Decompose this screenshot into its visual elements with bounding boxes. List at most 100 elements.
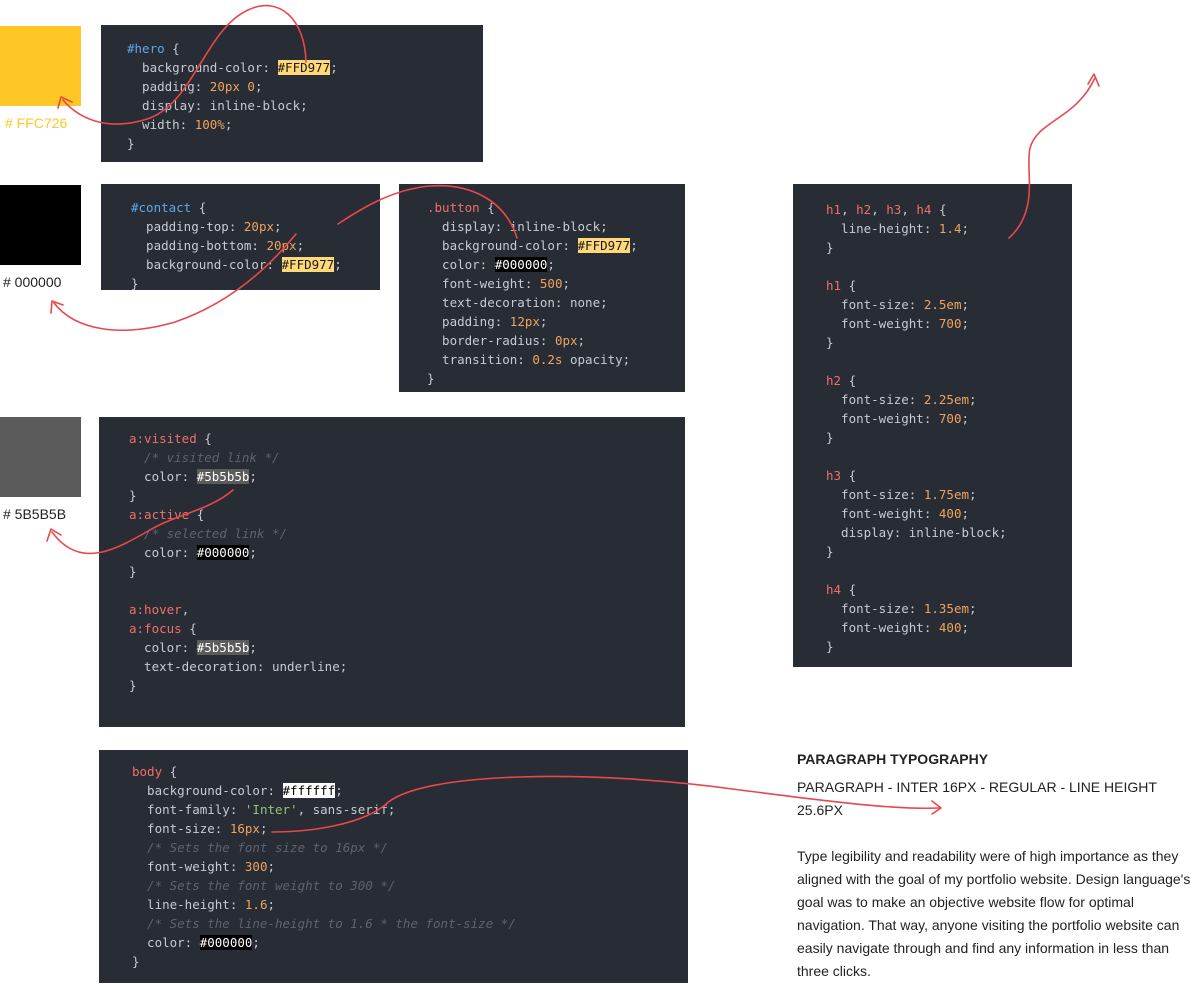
code-line: background-color: #FFD977; [131,255,380,274]
code-block-links: a:visited { /* visited link */ color: #5… [99,417,685,727]
code-token: background-color: [131,257,282,272]
swatch-grey-label: # 5B5B5B [3,506,67,522]
code-token: background-color: [127,60,278,75]
code-token: #FFD977 [281,257,335,272]
code-token: font-weight: [826,506,939,521]
code-token: padding-top: [131,219,244,234]
code-token: ; [267,897,275,912]
code-token: 700 [938,316,962,331]
code-token: /* visited link */ [129,450,280,465]
code-line: background-color: #FFD977; [427,236,685,255]
code-token: 12px [509,314,540,329]
code-token: display: inline-block; [127,98,308,113]
code-token: #000000 [196,545,250,560]
code-token: } [826,335,834,350]
typography-title: PARAGRAPH TYPOGRAPHY [797,751,989,767]
code-line: text-decoration: underline; [129,657,685,676]
code-line: line-height: 1.6; [132,895,688,914]
code-token: ; [630,238,638,253]
code-line: font-size: 2.5em; [826,295,1072,314]
code-token: 20px 0 [209,79,255,94]
code-token: ; [267,859,275,874]
code-token: /* Sets the font size to 16px */ [132,840,388,855]
code-token: font-size: [826,487,924,502]
arrow-links-head [46,528,62,542]
code-token: background-color: [132,783,283,798]
code-token: } [826,544,834,559]
code-token: font-weight: [826,620,939,635]
code-token: 20px [243,219,274,234]
code-token: font-weight: [132,859,245,874]
code-line: color: #000000; [132,933,688,952]
code-line: display: inline-block; [127,96,483,115]
code-token: 1.4 [938,221,962,236]
code-token: #contact [131,200,192,215]
code-line: font-weight: 400; [826,618,1072,637]
code-token: color: [427,257,495,272]
code-line: } [826,637,1072,656]
code-line: h2 { [826,371,1072,390]
code-line: #hero { [127,39,483,58]
code-block-contact: #contact { padding-top: 20px; padding-bo… [101,184,380,290]
code-line: .button { [427,198,685,217]
code-token: color: [129,640,197,655]
code-token: , [901,202,917,217]
code-token: text-decoration: underline; [129,659,348,674]
code-line: /* Sets the font size to 16px */ [132,838,688,857]
code-token: color: [132,935,200,950]
code-token: font-weight: [427,276,540,291]
code-token: , sans-serif; [297,802,396,817]
code-line: #contact { [131,198,380,217]
code-token: } [131,276,139,290]
code-token: padding-bottom: [131,238,267,253]
code-token: font-size: [826,297,924,312]
code-token: } [129,488,137,503]
code-line: h3 { [826,466,1072,485]
code-line: width: 100%; [127,115,483,134]
swatch-grey [0,417,81,497]
code-line: a:active { [129,505,685,524]
code-line: color: #5b5b5b; [129,638,685,657]
code-token: ; [249,640,257,655]
code-token: 'Inter' [244,802,298,817]
code-token: ; [259,821,268,836]
code-line: a:hover, [129,600,685,619]
code-token: a:hover [129,602,182,617]
code-token: } [129,564,137,579]
code-token: /* Sets the font weight to 300 */ [132,878,396,893]
code-token: /* Sets the line-height to 1.6 * the fon… [132,916,516,931]
code-token: 2.5em [923,297,962,312]
code-token: } [826,430,834,445]
code-token: #5b5b5b [196,469,250,484]
code-token: ; [961,506,969,521]
code-token: #5b5b5b [196,640,250,655]
code-token: #FFD977 [577,238,631,253]
swatch-black-label: # 000000 [3,274,62,290]
code-token: } [132,954,140,969]
code-line: } [826,542,1072,561]
code-line: font-family: 'Inter', sans-serif; [132,800,688,819]
code-token: 700 [938,411,962,426]
code-line: font-weight: 500; [427,274,685,293]
code-token: { [162,764,178,779]
swatch-black [0,185,81,265]
code-token: , [181,602,190,617]
code-line: h1, h2, h3, h4 { [826,200,1072,219]
code-token: ; [296,238,305,253]
code-token: ; [961,316,969,331]
code-line: font-size: 2.25em; [826,390,1072,409]
code-token: a:visited [129,431,197,446]
code-token: ; [577,333,586,348]
swatch-yellow [0,26,81,106]
code-line: } [131,274,380,290]
code-line: } [826,428,1072,447]
code-token: { [189,507,205,522]
code-token: font-size: [826,601,924,616]
code-token: ; [274,219,282,234]
code-token: 0px [554,333,578,348]
code-token: ; [254,79,263,94]
code-token: h4 [916,202,932,217]
code-token: /* selected link */ [129,526,288,541]
